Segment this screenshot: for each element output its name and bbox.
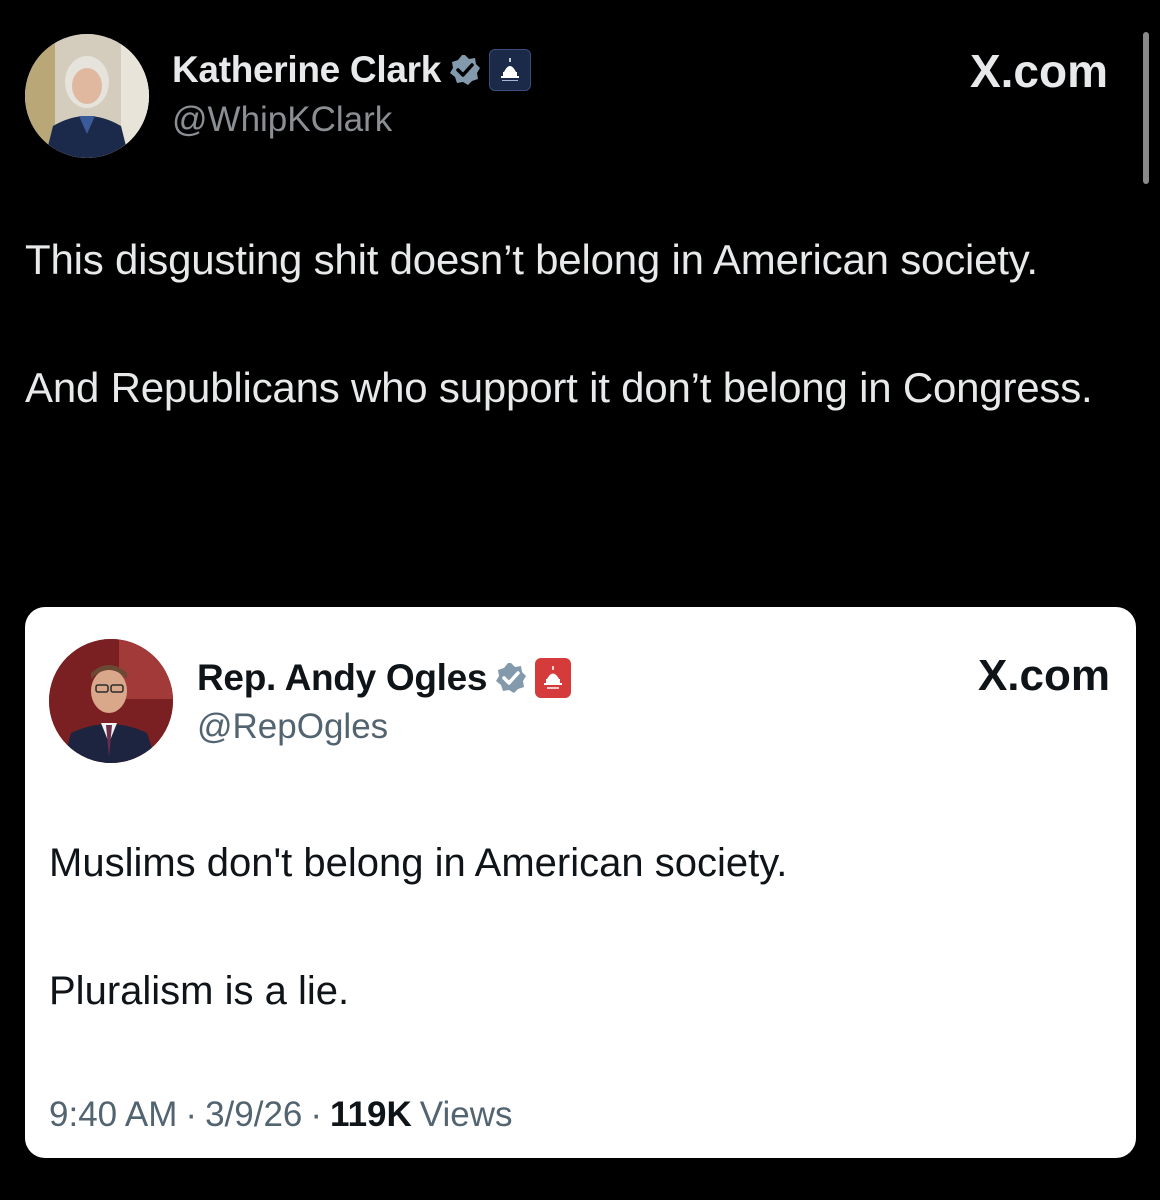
- views-label: Views: [419, 1095, 513, 1134]
- author-name-row: Rep. Andy Ogles: [197, 655, 572, 701]
- site-label: X.com: [977, 651, 1110, 700]
- author-name-row: Katherine Clark: [172, 46, 531, 94]
- avatar[interactable]: [49, 639, 173, 763]
- tweet-time[interactable]: 9:40 AM: [49, 1095, 177, 1135]
- tweet-metadata: 9:40 AM · 3/9/26 · 119K Views: [49, 1095, 513, 1135]
- separator: ·: [310, 1095, 323, 1134]
- verified-badge-icon: [496, 663, 527, 693]
- quoted-tweet-card[interactable]: Rep. Andy Ogles @RepOgles X.com Muslims …: [25, 607, 1136, 1158]
- author-handle[interactable]: @WhipKClark: [172, 100, 392, 140]
- tweet-paragraph: Muslims don't belong in American society…: [49, 841, 788, 885]
- capitol-dome-icon: [489, 49, 531, 91]
- avatar-photo: [25, 34, 149, 158]
- separator: ·: [185, 1095, 198, 1134]
- author-name[interactable]: Rep. Andy Ogles: [197, 657, 487, 699]
- tweet-paragraph: This disgusting shit doesn’t belong in A…: [25, 236, 1038, 283]
- site-label: X.com: [969, 45, 1108, 97]
- verified-badge-icon: [450, 55, 480, 85]
- avatar-photo: [49, 639, 173, 763]
- scrollbar[interactable]: [1143, 32, 1149, 184]
- author-name[interactable]: Katherine Clark: [172, 49, 441, 91]
- avatar[interactable]: [25, 34, 149, 158]
- tweet-date[interactable]: 3/9/26: [205, 1095, 302, 1135]
- outer-tweet: Katherine Clark @WhipKClark X.com This d…: [0, 0, 1160, 1200]
- tweet-paragraph: Pluralism is a lie.: [49, 969, 350, 1013]
- capitol-dome-icon: [535, 658, 572, 698]
- tweet-text: Muslims don't belong in American society…: [49, 835, 1109, 1091]
- tweet-text: This disgusting shit doesn’t belong in A…: [25, 228, 1115, 484]
- views-count: 119K: [330, 1095, 412, 1134]
- tweet-paragraph: And Republicans who support it don’t bel…: [25, 364, 1093, 411]
- author-handle[interactable]: @RepOgles: [197, 707, 388, 747]
